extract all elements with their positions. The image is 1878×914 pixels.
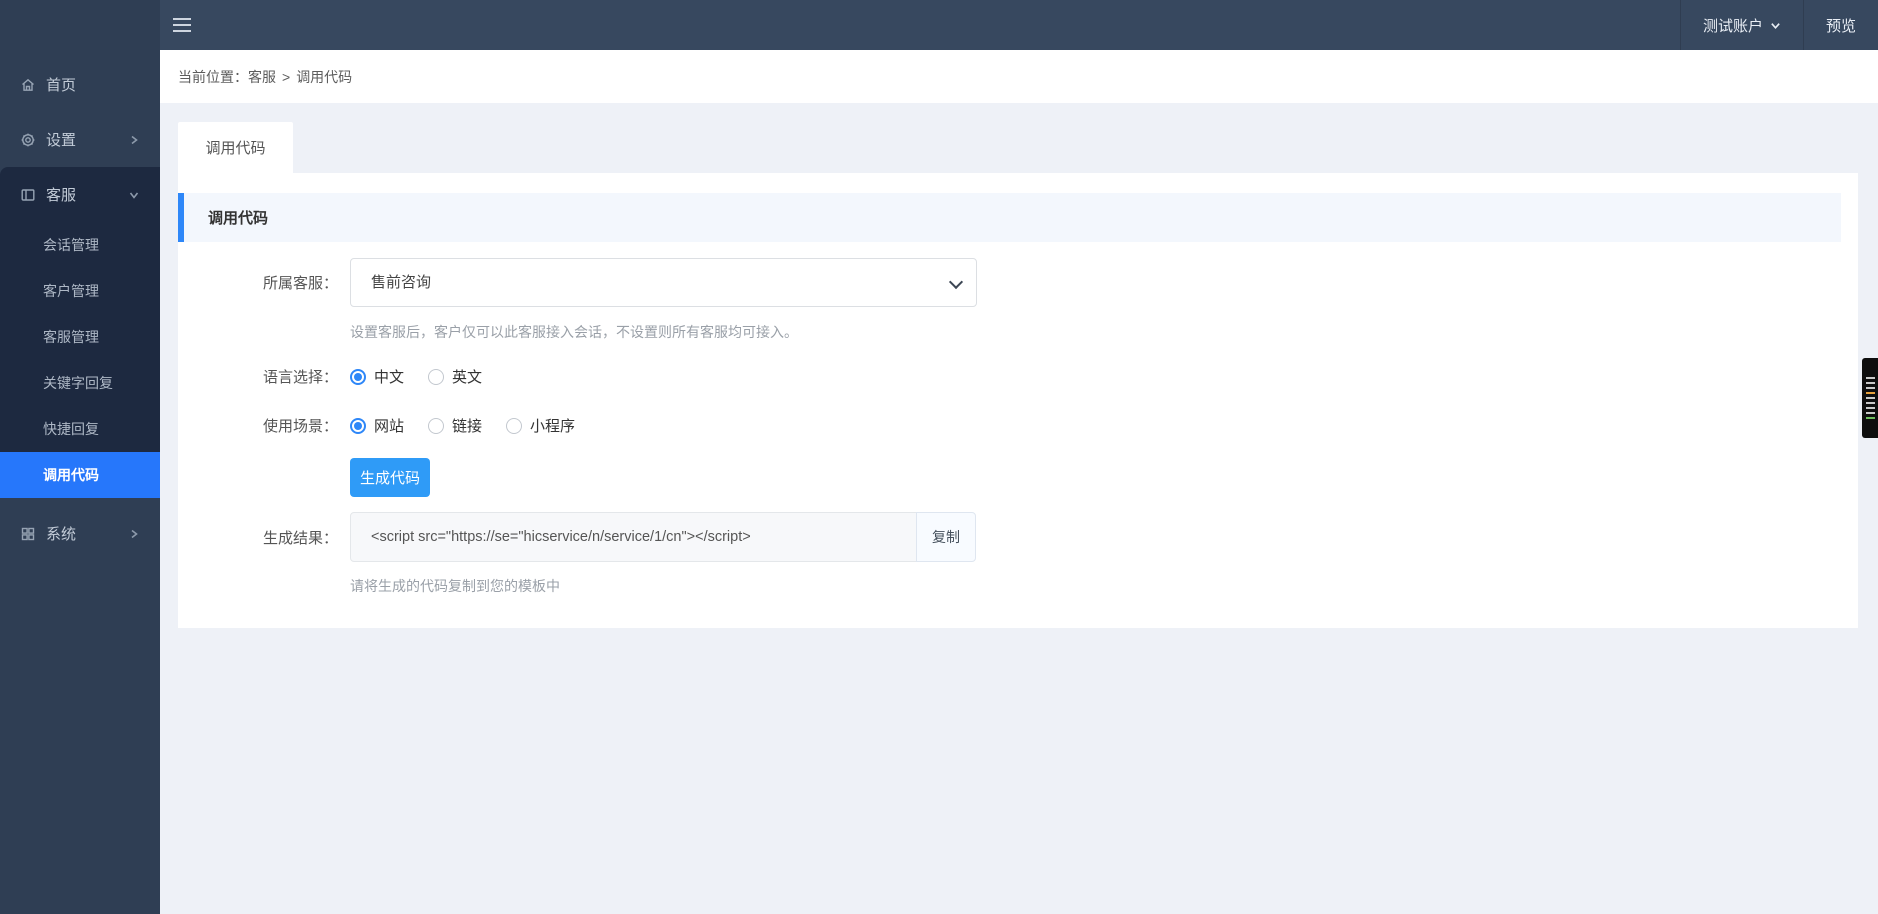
result-code-field[interactable]: <script src="https://se="hicservice/n/se…	[350, 512, 917, 562]
panel-header: 调用代码	[178, 193, 1841, 242]
radio-label: 小程序	[530, 415, 575, 436]
tab-invoke-code[interactable]: 调用代码	[178, 122, 293, 173]
sidebar-item-label: 设置	[46, 129, 76, 150]
radio-label: 中文	[374, 366, 404, 387]
radio-scene-website[interactable]: 网站	[350, 415, 404, 436]
radio-scene-miniprogram[interactable]: 小程序	[506, 415, 575, 436]
radio-language-english[interactable]: 英文	[428, 366, 482, 387]
language-label: 语言选择：	[178, 366, 350, 387]
service-row: 所属客服： 售前咨询	[178, 258, 1858, 307]
preview-label: 预览	[1826, 15, 1856, 36]
content-card: 调用代码 所属客服： 售前咨询 设置客服后，客户仅可以此客服接入会话，不设置则所…	[178, 173, 1858, 628]
sidebar-item-quick-reply[interactable]: 快捷回复	[0, 406, 160, 452]
radio-circle-icon	[350, 369, 366, 385]
chevron-right-icon	[128, 134, 140, 146]
sidebar-group-service: 客服 会话管理 客户管理 客服管理 关键字回复 快捷回复 调用代码	[0, 167, 160, 498]
scene-row: 使用场景： 网站 链接 小程序	[178, 415, 1858, 436]
service-select-wrap: 售前咨询	[350, 258, 977, 307]
grid-icon	[20, 526, 36, 542]
sidebar-item-invoke-code[interactable]: 调用代码	[0, 452, 160, 498]
result-label: 生成结果：	[178, 527, 350, 548]
sidebar-item-keyword-reply[interactable]: 关键字回复	[0, 360, 160, 406]
breadcrumb-item-service[interactable]: 客服	[248, 67, 276, 87]
sidebar-item-session-management[interactable]: 会话管理	[0, 222, 160, 268]
topbar: 测试账户 预览	[160, 0, 1878, 50]
gear-icon	[20, 132, 36, 148]
radio-circle-icon	[428, 418, 444, 434]
chevron-right-icon	[128, 528, 140, 540]
sidebar-item-label: 客服	[46, 184, 76, 205]
sidebar-item-service[interactable]: 客服	[0, 167, 160, 222]
sidebar-item-home[interactable]: 首页	[0, 57, 160, 112]
sidebar-item-system[interactable]: 系统	[0, 506, 160, 561]
radio-scene-link[interactable]: 链接	[428, 415, 482, 436]
hamburger-menu-icon[interactable]	[173, 18, 191, 32]
result-group: <script src="https://se="hicservice/n/se…	[350, 512, 976, 562]
preview-button[interactable]: 预览	[1803, 0, 1878, 50]
radio-label: 链接	[452, 415, 482, 436]
generate-code-button[interactable]: 生成代码	[350, 458, 430, 497]
result-row: 生成结果： <script src="https://se="hicservic…	[178, 512, 1858, 562]
app-root: 首页 设置 客服	[0, 0, 1878, 914]
scene-label: 使用场景：	[178, 415, 350, 436]
breadcrumb-item-invoke-code: 调用代码	[296, 67, 352, 87]
radio-circle-icon	[506, 418, 522, 434]
copy-button[interactable]: 复制	[916, 512, 976, 562]
radio-label: 网站	[374, 415, 404, 436]
breadcrumb: 当前位置： 客服 > 调用代码	[160, 50, 1878, 103]
radio-label: 英文	[452, 366, 482, 387]
service-label: 所属客服：	[178, 272, 350, 293]
breadcrumb-prefix: 当前位置：	[178, 67, 248, 87]
sidebar: 首页 设置 客服	[0, 0, 160, 914]
sidebar-item-customer-management[interactable]: 客户管理	[0, 268, 160, 314]
account-dropdown[interactable]: 测试账户	[1680, 0, 1803, 50]
main-content: 调用代码 调用代码 所属客服： 售前咨询 设置客服后，客户仅可以此客服接入会话，…	[160, 103, 1878, 914]
breadcrumb-separator: >	[282, 69, 290, 85]
panel-title: 调用代码	[208, 207, 268, 228]
invoke-code-form: 所属客服： 售前咨询 设置客服后，客户仅可以此客服接入会话，不设置则所有客服均可…	[178, 222, 1858, 596]
sidebar-item-agent-management[interactable]: 客服管理	[0, 314, 160, 360]
panel-icon	[20, 187, 36, 203]
radio-circle-icon	[350, 418, 366, 434]
sidebar-submenu: 会话管理 客户管理 客服管理 关键字回复 快捷回复 调用代码	[0, 222, 160, 498]
home-icon	[20, 77, 36, 93]
sidebar-item-label: 系统	[46, 523, 76, 544]
radio-circle-icon	[428, 369, 444, 385]
service-hint: 设置客服后，客户仅可以此客服接入会话，不设置则所有客服均可接入。	[350, 322, 1858, 342]
account-label: 测试账户	[1703, 15, 1763, 36]
chevron-down-icon	[1770, 20, 1781, 31]
sidebar-item-settings[interactable]: 设置	[0, 112, 160, 167]
topbar-right: 测试账户 预览	[1680, 0, 1878, 50]
side-float-widget[interactable]	[1862, 358, 1878, 438]
service-select[interactable]: 售前咨询	[350, 258, 977, 307]
sidebar-nav: 首页 设置 客服	[0, 0, 160, 561]
result-hint: 请将生成的代码复制到您的模板中	[350, 576, 1858, 596]
language-row: 语言选择： 中文 英文	[178, 366, 1858, 387]
chevron-down-icon	[128, 189, 140, 201]
sidebar-item-label: 首页	[46, 74, 76, 95]
radio-language-chinese[interactable]: 中文	[350, 366, 404, 387]
